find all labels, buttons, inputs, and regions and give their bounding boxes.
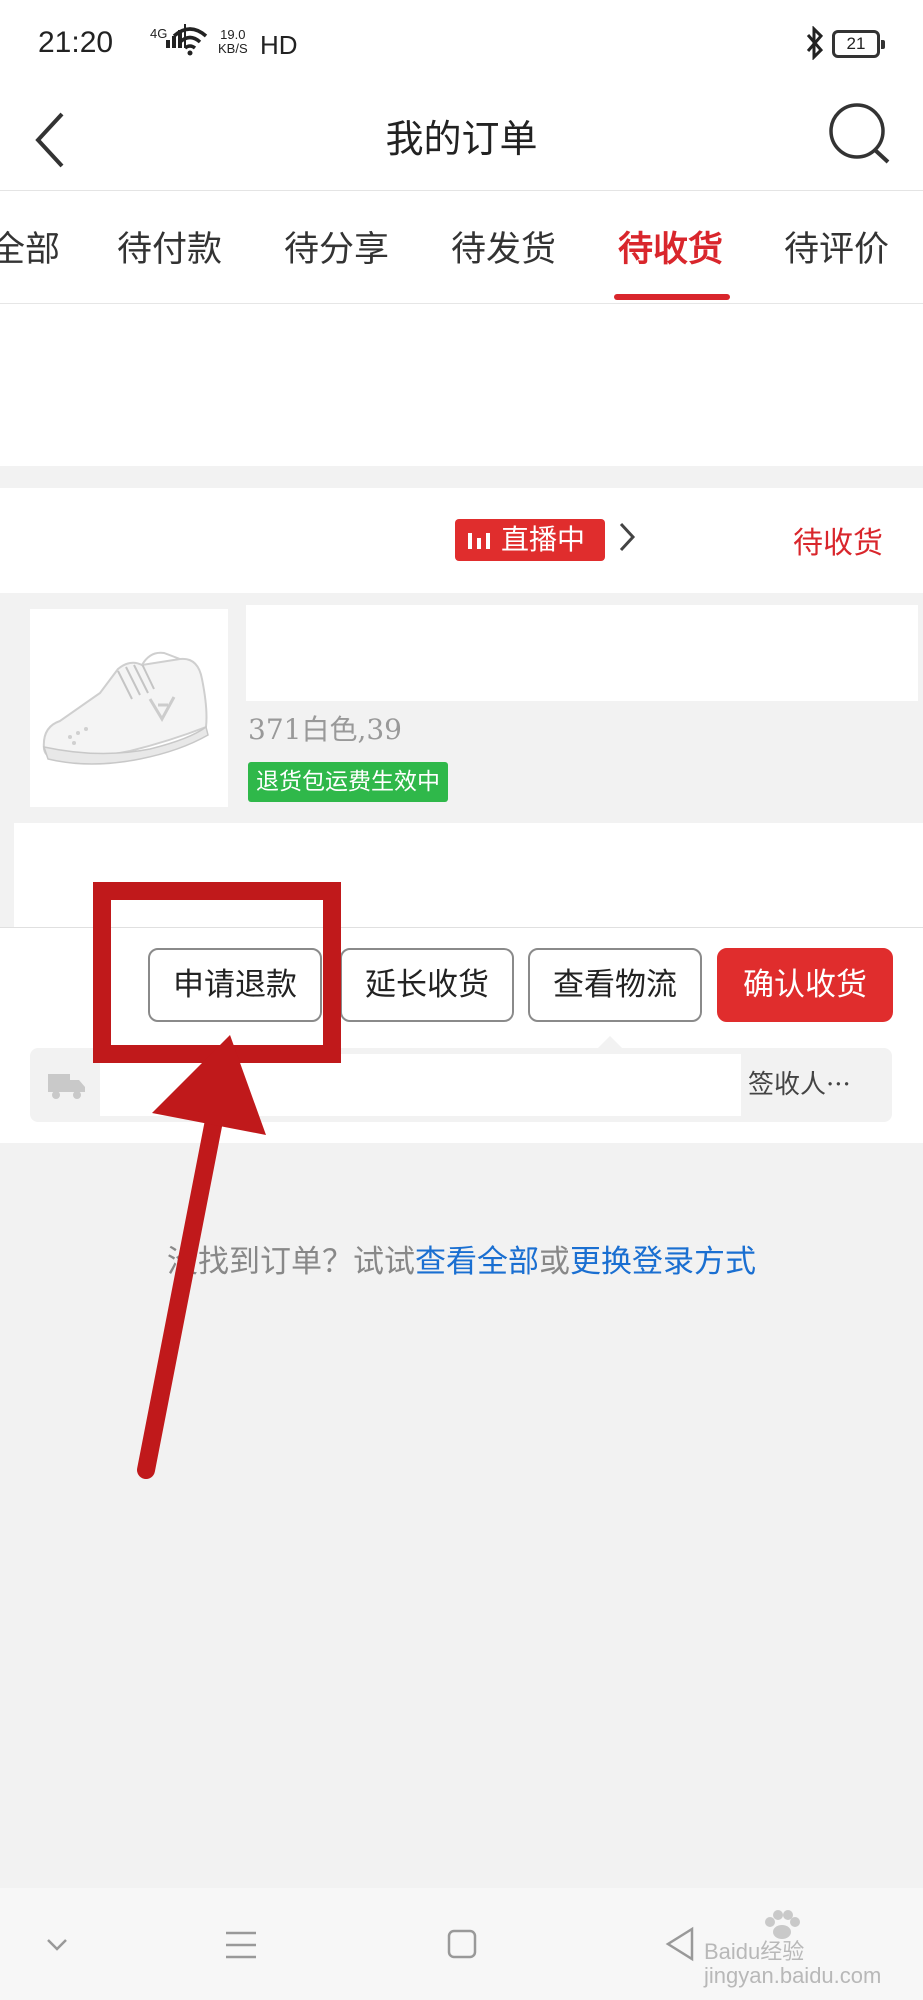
nav-collapse-icon[interactable]: [46, 1938, 68, 1952]
active-tab-indicator: [614, 294, 730, 300]
live-badge[interactable]: 直播中: [455, 519, 605, 561]
blank-banner: [0, 304, 923, 466]
empty-hint-prefix: 没找到订单？试试: [167, 1244, 415, 1280]
tab-pending-shipment[interactable]: 待发货: [451, 221, 556, 272]
page-title: 我的订单: [385, 117, 538, 161]
logistics-pointer: [598, 1036, 622, 1048]
network-speed-value: 19.0: [220, 27, 246, 42]
tab-pending-receipt[interactable]: 待收货: [618, 221, 723, 272]
logistics-bar[interactable]: 签收人···: [30, 1048, 892, 1122]
network-speed: 19.0 KB/S: [218, 28, 248, 56]
baidu-watermark: Baidu经验 jingyan.baidu.com: [704, 1910, 884, 1990]
tab-pending-review[interactable]: 待评价: [784, 221, 889, 272]
status-time: 21:20: [38, 26, 114, 59]
product-sku: 371白色,39: [248, 713, 402, 746]
chevron-right-icon[interactable]: [617, 520, 637, 554]
product-image[interactable]: [30, 609, 228, 807]
live-badge-label: 直播中: [501, 523, 586, 556]
order-status: 待收货: [793, 526, 883, 561]
nav-home-icon[interactable]: [446, 1928, 478, 1960]
search-icon[interactable]: [826, 100, 892, 166]
empty-hint: 没找到订单？试试查看全部或更换登录方式: [0, 1236, 923, 1281]
confirm-receipt-button[interactable]: 确认收货: [717, 948, 893, 1022]
battery-indicator: 21: [832, 30, 885, 58]
network-speed-unit: KB/S: [218, 41, 248, 56]
wifi-icon: [172, 27, 208, 56]
hd-indicator: HD: [260, 30, 298, 60]
annotation-arrow-shaft: [137, 1086, 228, 1479]
change-login-link[interactable]: 更换登录方式: [570, 1244, 756, 1280]
logistics-signer: 签收人···: [748, 1070, 851, 1100]
header-bar: 我的订单: [0, 90, 923, 191]
empty-hint-middle: 或: [539, 1244, 570, 1280]
order-tabs: 全部 待付款 待分享 待发货 待收货 待评价: [0, 191, 923, 304]
sneaker-image: [42, 651, 209, 765]
nav-menu-icon[interactable]: [224, 1930, 258, 1960]
baidu-paw-icon: [765, 1910, 800, 1939]
truck-icon: [48, 1074, 85, 1099]
network-indicator: 4G: [150, 24, 186, 48]
return-shipping-tag: 退货包运费生效中: [248, 762, 448, 802]
status-bar: 21:20 4G 19.0 KB/S HD 21: [0, 0, 923, 90]
system-nav-bar: Baidu经验 jingyan.baidu.com: [0, 1888, 923, 2000]
logistics-info: [100, 1054, 741, 1116]
view-logistics-button[interactable]: 查看物流: [528, 948, 702, 1022]
tab-pending-payment[interactable]: 待付款: [117, 221, 222, 272]
view-all-link[interactable]: 查看全部: [415, 1244, 539, 1280]
apply-refund-button[interactable]: 申请退款: [148, 948, 322, 1022]
order-info-block: [14, 823, 923, 927]
tab-all[interactable]: 全部: [0, 221, 60, 272]
extend-receipt-button[interactable]: 延长收货: [340, 948, 514, 1022]
nav-back-icon[interactable]: [664, 1926, 696, 1962]
tab-pending-share[interactable]: 待分享: [284, 221, 389, 272]
live-bars-icon: [468, 533, 490, 549]
watermark-text: Baidu经验 jingyan.baidu.com: [704, 1939, 882, 1988]
bluetooth-icon: [806, 26, 824, 60]
product-title[interactable]: [246, 605, 918, 701]
